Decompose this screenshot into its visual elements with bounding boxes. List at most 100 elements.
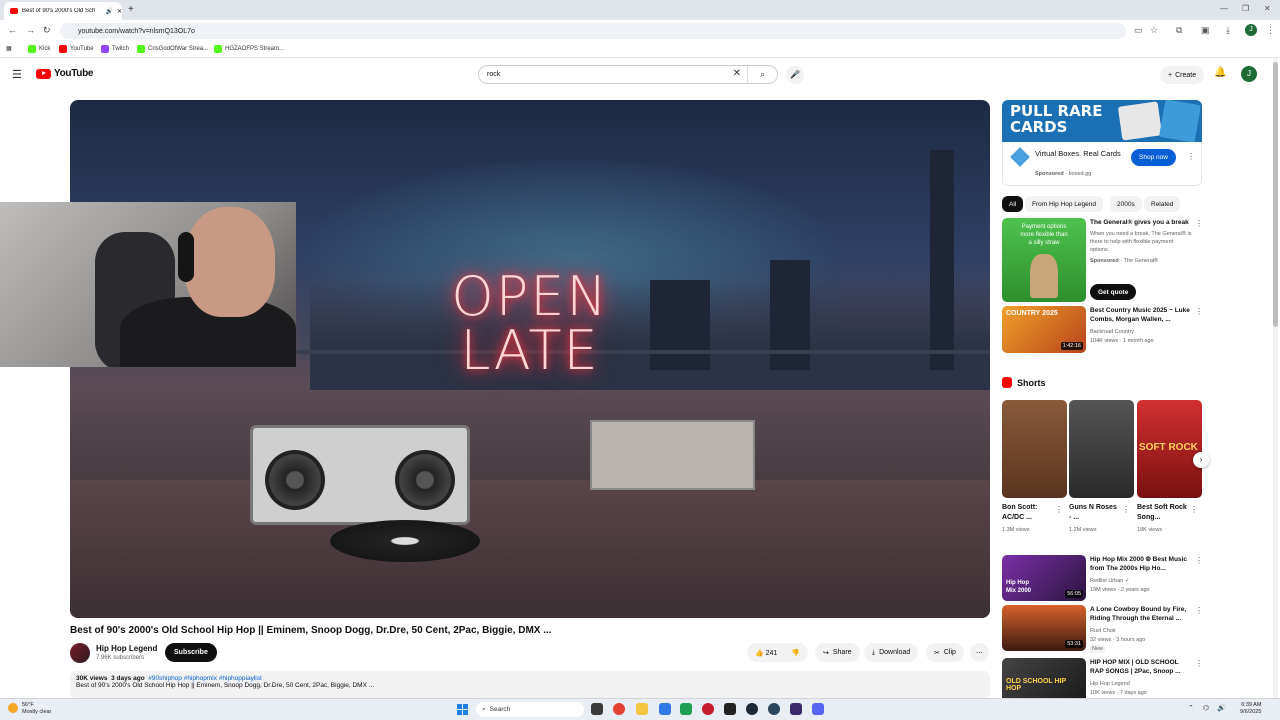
discord-icon[interactable] — [812, 703, 824, 715]
taskbar-search[interactable]: ⌕ Search — [476, 702, 584, 717]
search-box[interactable]: rock ✕ ⌕ — [478, 65, 778, 84]
browser-profile-avatar[interactable]: J — [1245, 24, 1257, 36]
scrollbar-thumb[interactable] — [1273, 62, 1278, 327]
file-explorer-icon[interactable] — [636, 703, 648, 715]
chip-2000s[interactable]: 2000s — [1110, 196, 1142, 212]
youtube-logo[interactable]: YouTube — [36, 68, 94, 79]
short-item[interactable]: SOFT ROCK Best Soft Rock Song... 18K vie… — [1137, 400, 1202, 533]
extensions-icon[interactable]: ⧉ — [1176, 25, 1182, 36]
short-menu-icon[interactable]: ⋮ — [1055, 505, 1063, 514]
address-bar[interactable]: youtube.com/watch?v=nlsmQ13OL7o — [60, 23, 1126, 39]
recommendation-item[interactable]: OLD SCHOOL HIP HOP HIP HOP MIX | OLD SCH… — [1002, 658, 1202, 698]
chip-all[interactable]: All — [1002, 196, 1024, 212]
short-menu-icon[interactable]: ⋮ — [1122, 505, 1130, 514]
ad-banner[interactable]: PULL RARE CARDS — [1002, 100, 1202, 142]
short-menu-icon[interactable]: ⋮ — [1190, 505, 1198, 514]
ad-menu-icon[interactable]: ⋮ — [1187, 152, 1195, 161]
video-railing — [270, 350, 990, 354]
cast-icon[interactable]: ▭ — [1134, 25, 1143, 36]
rec-meta: 19M views · 2 years ago — [1090, 587, 1150, 593]
browser-tab-strip: Best of 90's 2000's Old Sch 🔊 ✕ + — ❐ ✕ — [0, 0, 1280, 20]
bookmark-youtube[interactable]: YouTube — [59, 45, 94, 53]
rec-menu-icon[interactable]: ⋮ — [1195, 556, 1203, 565]
bookmark-hgzaofps[interactable]: HGZAOFPS Stream... — [214, 45, 284, 53]
weather-condition: Mostly clear — [22, 709, 52, 715]
volume-icon[interactable]: 🔊 — [1217, 704, 1226, 712]
download-button[interactable]: ⤓ Download — [864, 643, 919, 662]
account-avatar[interactable]: J — [1241, 66, 1257, 82]
reload-button[interactable]: ↻ — [43, 25, 51, 36]
voice-search-icon[interactable]: 🎤 — [786, 66, 804, 84]
rec-menu-icon[interactable]: ⋮ — [1195, 606, 1203, 615]
bookmark-star-icon[interactable]: ☆ — [1150, 25, 1158, 36]
photos-icon[interactable] — [659, 703, 671, 715]
video-title: Best of 90's 2000's Old School Hip Hop |… — [70, 625, 552, 636]
download-icon[interactable]: ⤓ — [1226, 25, 1230, 36]
epic-games-icon[interactable] — [724, 703, 736, 715]
maximize-button[interactable]: ❐ — [1242, 4, 1249, 13]
channel-avatar[interactable] — [70, 643, 90, 663]
steam-icon[interactable] — [746, 703, 758, 715]
like-button[interactable]: 👍 241 — [755, 649, 777, 657]
description-text: Best of 90's 2000's Old School Hip Hop |… — [76, 682, 375, 689]
ad-general[interactable]: Payment options more flexible than a sil… — [1002, 218, 1203, 302]
short-item[interactable]: Guns N Roses - ... 1.2M views ⋮ — [1069, 400, 1134, 533]
forward-button[interactable]: → — [26, 25, 35, 35]
short-item[interactable]: Bon Scott: AC/DC ... 1.3M views ⋮ — [1002, 400, 1067, 533]
new-tab-button[interactable]: + — [128, 4, 134, 15]
steam-icon[interactable] — [768, 703, 780, 715]
windows-start-icon[interactable] — [457, 704, 468, 715]
ad-body[interactable]: Virtual Boxes. Real Cards Sponsored · bo… — [1002, 142, 1202, 186]
webcam-person-head — [185, 207, 275, 317]
page-scrollbar[interactable] — [1273, 58, 1278, 698]
hamburger-menu-icon[interactable]: ☰ — [12, 68, 22, 81]
bookmark-label: Twitch — [112, 46, 130, 52]
recommendation-country[interactable]: COUNTRY 2025 1:42:16 Best Country Music … — [1002, 306, 1203, 354]
channel-name[interactable]: Hip Hop Legend — [96, 644, 157, 653]
chip-related[interactable]: Related — [1144, 196, 1181, 212]
close-window-button[interactable]: ✕ — [1264, 4, 1271, 13]
weather-widget[interactable]: 56°F Mostly clear — [8, 702, 51, 716]
rec-menu-icon[interactable]: ⋮ — [1195, 307, 1203, 316]
dislike-button[interactable]: 👎 — [791, 649, 800, 657]
clear-search-icon[interactable]: ✕ — [733, 68, 741, 79]
notifications-bell-icon[interactable]: 🔔 — [1214, 67, 1226, 78]
chrome-icon[interactable] — [613, 703, 625, 715]
network-icon[interactable]: ⌬ — [1203, 704, 1209, 712]
chip-from-channel[interactable]: From Hip Hop Legend — [1025, 196, 1103, 212]
browser-menu-icon[interactable]: ⋮ — [1266, 25, 1275, 36]
thumbs-down-icon: 👎 — [791, 649, 801, 657]
bookmark-kick[interactable]: Kick — [28, 45, 50, 53]
shorts-icon — [1002, 377, 1012, 388]
search-input[interactable]: rock — [487, 71, 500, 78]
share-button[interactable]: ↪ Share — [815, 643, 860, 662]
back-button[interactable]: ← — [8, 25, 17, 35]
rec-menu-icon[interactable]: ⋮ — [1195, 659, 1202, 668]
task-view-icon[interactable] — [591, 703, 603, 715]
shorts-next-arrow-icon[interactable]: › — [1193, 452, 1209, 468]
excel-icon[interactable] — [680, 703, 692, 715]
recommendation-item[interactable]: Hip Hop Mix 2000 56:05 Hip Hop Mix 2000 … — [1002, 555, 1203, 602]
bookmark-crisgodofwar[interactable]: CrisGodOfWar Strea... — [137, 45, 208, 53]
minimize-button[interactable]: — — [1220, 4, 1228, 13]
hashtags[interactable]: #90shiphop #hiphopmix #hiphopplaylist — [148, 675, 261, 682]
clip-button[interactable]: ✂ Clip — [926, 643, 964, 662]
app-icon[interactable] — [702, 703, 714, 715]
split-view-icon[interactable]: ▣ — [1201, 25, 1210, 36]
tab-youtube-video[interactable]: Best of 90's 2000's Old Sch 🔊 ✕ — [4, 2, 122, 20]
taskbar-clock[interactable]: 6:39 AM 9/6/2025 — [1240, 702, 1261, 716]
more-actions-button[interactable]: ⋯ — [970, 643, 989, 662]
app-icon[interactable] — [790, 703, 802, 715]
apps-grid-icon[interactable]: ▦ — [6, 45, 12, 52]
tab-close-icon[interactable]: ✕ — [117, 8, 122, 15]
get-quote-button[interactable]: Get quote — [1090, 284, 1137, 300]
shop-now-button[interactable]: Shop now — [1131, 149, 1176, 166]
create-button[interactable]: + Create — [1160, 66, 1205, 84]
recommendation-item[interactable]: 53:31 A Lone Cowboy Bound by Fire, Ridin… — [1002, 605, 1203, 653]
description-box[interactable]: 30K views 3 days ago #90shiphop #hiphopm… — [70, 671, 990, 698]
tray-chevron-icon[interactable]: ⌃ — [1188, 704, 1194, 712]
subscribe-button[interactable]: Subscribe — [165, 643, 217, 662]
ad-general-menu-icon[interactable]: ⋮ — [1195, 219, 1203, 228]
search-button[interactable]: ⌕ — [747, 66, 777, 83]
bookmark-twitch[interactable]: Twitch — [101, 45, 129, 53]
